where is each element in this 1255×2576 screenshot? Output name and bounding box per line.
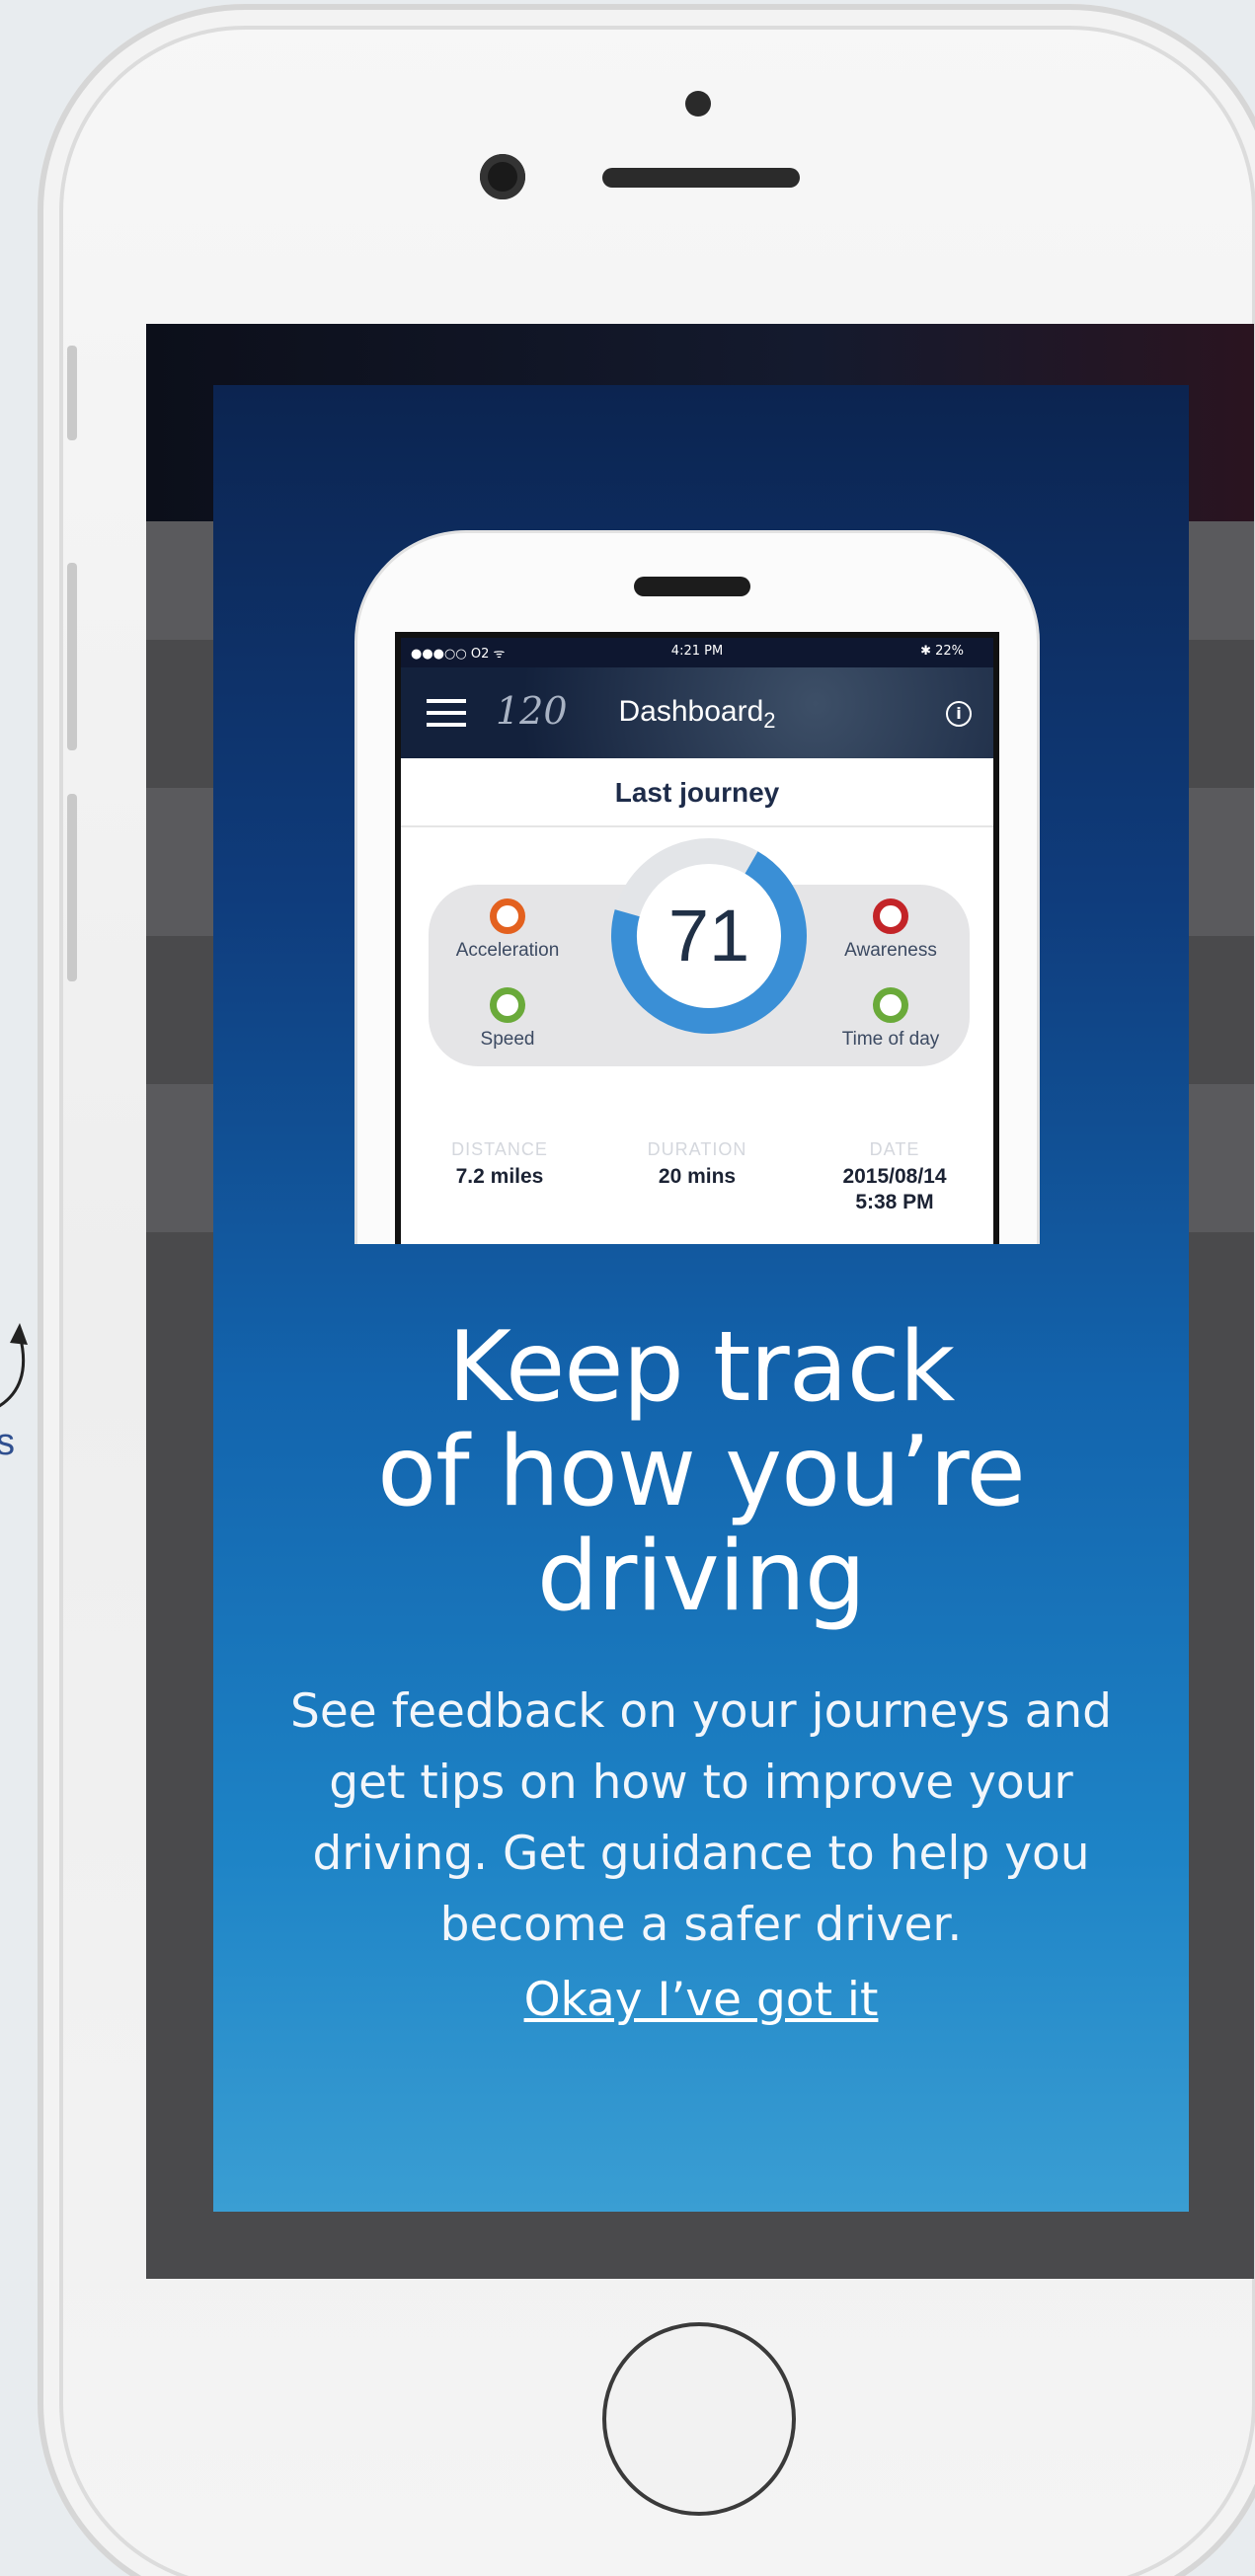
battery-label: ✱ 22% (920, 644, 964, 659)
volume-up-button (67, 563, 77, 750)
stat-distance: DISTANCE 7.2 miles (451, 1139, 548, 1188)
volume-down-button (67, 794, 77, 981)
face-icon (873, 987, 908, 1023)
metric-acceleration: Acceleration (438, 898, 577, 962)
annotation-text: s (0, 1422, 15, 1463)
home-button[interactable] (602, 2322, 796, 2516)
front-camera (480, 154, 525, 199)
phone-screen: ●●●○○ O2 ᯤ 4:21 PM ✱ 22% 120 Dashboard2 … (146, 324, 1254, 2279)
face-icon (873, 898, 908, 934)
curved-arrow-icon (0, 1323, 28, 1408)
face-icon (490, 987, 525, 1023)
dashboard-title: Dashboard2 (618, 695, 776, 733)
mockup-phone: ●●●○○ O2 ᯤ 4:21 PM ✱ 22% 120 Dashboard2 … (357, 533, 1037, 1244)
mockup-speaker (634, 577, 750, 596)
onboarding-headline: Keep track of how you’re driving (377, 1311, 1026, 1633)
side-annotation: s (0, 1303, 39, 1463)
score-gauge: 71 (610, 837, 808, 1035)
stat-date: DATE 2015/08/14 5:38 PM (842, 1139, 947, 1213)
score-value: 71 (667, 895, 750, 976)
status-bar: ●●●○○ O2 ᯤ 4:21 PM ✱ 22% (401, 638, 993, 667)
info-icon[interactable]: i (946, 701, 972, 727)
section-title: Last journey (401, 758, 993, 827)
mute-switch (67, 346, 77, 440)
stat-duration: DURATION 20 mins (647, 1139, 747, 1188)
phone-frame: ●●●○○ O2 ᯤ 4:21 PM ✱ 22% 120 Dashboard2 … (38, 4, 1255, 2576)
dismiss-link[interactable]: Okay I’ve got it (213, 1973, 1189, 2027)
metric-speed: Speed (438, 987, 577, 1051)
onboarding-modal: ●●●○○ O2 ᯤ 4:21 PM ✱ 22% 120 Dashboard2 … (213, 385, 1189, 2212)
metric-time-of-day: Time of day (822, 987, 960, 1051)
mockup-area: ●●●○○ O2 ᯤ 4:21 PM ✱ 22% 120 Dashboard2 … (213, 385, 1189, 1244)
status-time: 4:21 PM (670, 644, 724, 659)
onboarding-body: See feedback on your journeys and get ti… (289, 1684, 1113, 1952)
earpiece-speaker (602, 168, 800, 188)
speedometer-suffix: 2 (763, 708, 776, 733)
metric-awareness: Awareness (822, 898, 960, 962)
dashboard-header: 120 Dashboard2 i (401, 667, 993, 758)
face-icon (490, 898, 525, 934)
mockup-screen: ●●●○○ O2 ᯤ 4:21 PM ✱ 22% 120 Dashboard2 … (395, 632, 999, 1244)
proximity-sensor (685, 91, 711, 117)
